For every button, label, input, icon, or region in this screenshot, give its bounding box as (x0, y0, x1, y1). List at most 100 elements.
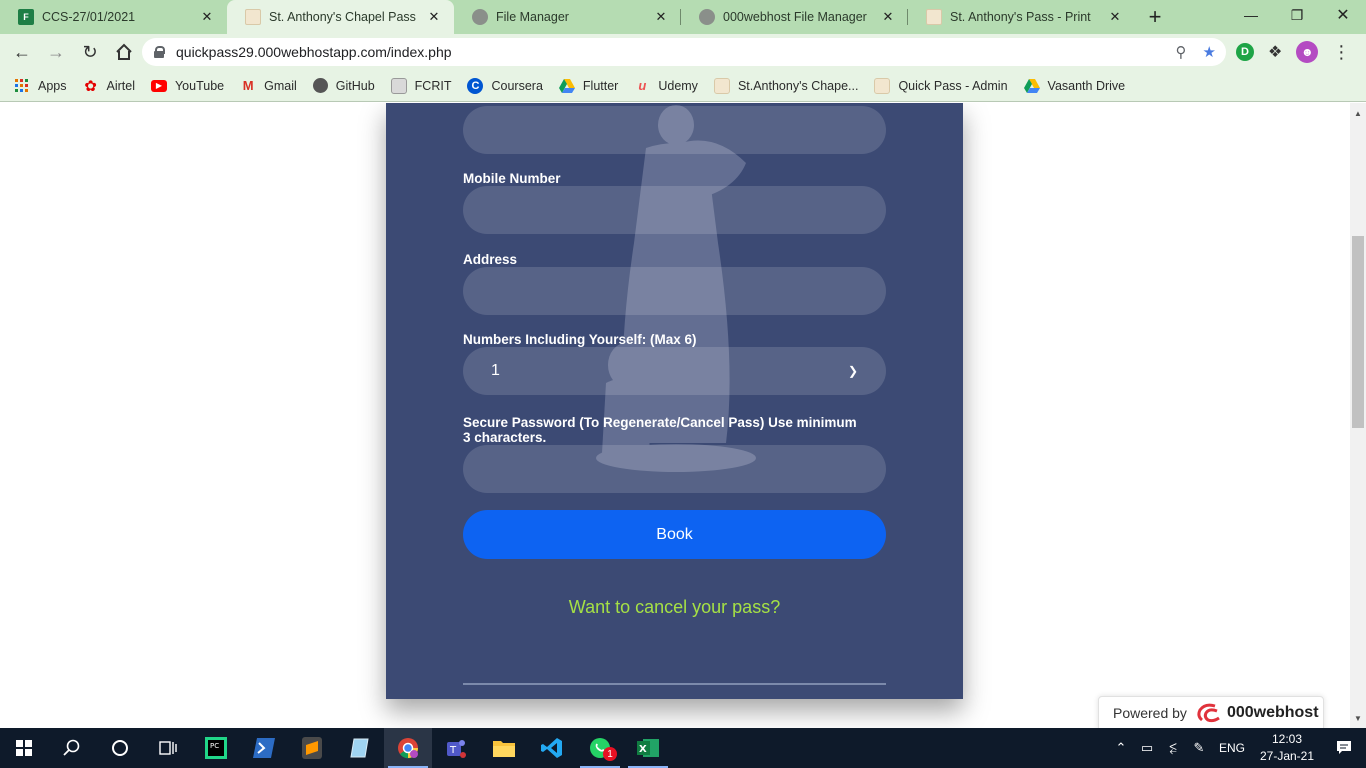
tab-ccs[interactable]: F CCS-27/01/2021 ✕ (0, 0, 227, 34)
bookmark-udemy[interactable]: u Udemy (634, 78, 698, 94)
restore-button[interactable]: ❐ (1274, 0, 1320, 30)
close-icon[interactable]: ✕ (653, 9, 669, 25)
chapel-icon (874, 77, 891, 94)
book-button[interactable]: Book (463, 510, 886, 559)
show-hidden-icons-chevron-up-icon[interactable]: ⌃ (1108, 740, 1134, 756)
address-bar[interactable]: quickpass29.000webhostapp.com/index.php … (142, 38, 1226, 66)
tab-pass-print[interactable]: St. Anthony's Pass - Print ✕ (908, 0, 1135, 34)
bookmark-label: Coursera (491, 78, 543, 93)
chapel-icon (713, 77, 730, 94)
language-indicator[interactable]: ENG (1212, 741, 1252, 755)
browser-toolbar: ← → ↻ quickpass29.000webhostapp.com/inde… (0, 34, 1366, 70)
extensions-puzzle-icon[interactable]: ❖ (1268, 42, 1282, 62)
tab-file-manager[interactable]: File Manager ✕ (454, 0, 681, 34)
teams-taskbar-app[interactable]: T (432, 728, 480, 768)
close-window-button[interactable]: ✕ (1320, 0, 1366, 30)
menu-kebab-icon[interactable]: ⋮ (1332, 42, 1350, 63)
close-icon[interactable]: ✕ (426, 9, 442, 25)
globe-icon (699, 9, 715, 25)
chrome-taskbar-app[interactable] (384, 728, 432, 768)
search-button[interactable] (48, 728, 96, 768)
scroll-down-arrow-icon[interactable]: ▼ (1350, 710, 1366, 726)
svg-text:PC: PC (210, 742, 219, 750)
scroll-up-arrow-icon[interactable]: ▲ (1350, 105, 1366, 121)
close-icon[interactable]: ✕ (880, 9, 896, 25)
whatsapp-taskbar-app[interactable]: 1 (576, 728, 624, 768)
back-button[interactable]: ← (6, 36, 38, 68)
gmail-icon: M (242, 78, 254, 93)
wifi-icon[interactable]: ⥶ (1160, 740, 1186, 756)
notification-center-button[interactable] (1322, 728, 1366, 768)
powershell-taskbar-app[interactable] (240, 728, 288, 768)
name-field[interactable] (463, 106, 886, 154)
bookmark-apps[interactable]: Apps (14, 78, 67, 94)
cancel-pass-link[interactable]: Want to cancel your pass? (386, 597, 963, 618)
sublime-text-icon (302, 737, 322, 759)
notepad-taskbar-app[interactable] (336, 728, 384, 768)
secure-password-field[interactable] (463, 445, 886, 493)
tab-chapel-pass[interactable]: St. Anthony's Chapel Pass ✕ (227, 0, 454, 34)
home-button[interactable] (108, 36, 140, 68)
bookmark-coursera[interactable]: C Coursera (467, 77, 543, 94)
forward-button[interactable]: → (40, 36, 72, 68)
address-field[interactable] (463, 267, 886, 315)
task-view-button[interactable] (144, 728, 192, 768)
bookmark-gmail[interactable]: M Gmail (240, 78, 297, 94)
bookmark-flutter[interactable]: Flutter (558, 78, 619, 94)
airtel-icon: ✿ (84, 77, 97, 95)
zoom-icon[interactable]: ⚲ (1176, 43, 1187, 61)
search-icon (63, 739, 80, 756)
cortana-button[interactable] (96, 728, 144, 768)
excel-taskbar-app[interactable]: X (624, 728, 672, 768)
powered-by-badge[interactable]: Powered by 000webhost (1098, 696, 1324, 728)
page-scrollbar[interactable]: ▲ ▼ (1350, 103, 1366, 728)
powershell-icon (253, 738, 275, 758)
close-icon[interactable]: ✕ (199, 9, 215, 25)
url-text: quickpass29.000webhostapp.com/index.php (176, 44, 452, 60)
reload-button[interactable]: ↻ (74, 36, 106, 68)
numbers-selected-value: 1 (491, 362, 500, 379)
bookmark-airtel[interactable]: ✿ Airtel (83, 77, 135, 95)
tab-title: 000webhost File Manager (723, 10, 867, 24)
bookmark-star-icon[interactable]: ★ (1203, 43, 1216, 61)
task-view-icon (159, 741, 177, 755)
numbers-select[interactable]: 1 ❯ (463, 347, 886, 395)
bookmark-vasanth-drive[interactable]: Vasanth Drive (1023, 78, 1125, 94)
bookmark-label: Airtel (106, 78, 135, 93)
file-explorer-taskbar-app[interactable] (480, 728, 528, 768)
clock[interactable]: 12:03 27-Jan-21 (1252, 731, 1322, 765)
minimize-button[interactable]: — (1228, 0, 1274, 30)
extension-d-icon[interactable]: D (1236, 43, 1254, 61)
bookmark-chapel[interactable]: St.Anthony's Chape... (713, 77, 859, 94)
close-icon[interactable]: ✕ (1107, 9, 1123, 25)
start-button[interactable] (0, 728, 48, 768)
pen-icon[interactable]: ✎ (1186, 740, 1212, 756)
bookmark-github[interactable]: GitHub (312, 78, 375, 93)
home-icon (116, 43, 132, 60)
battery-icon[interactable]: ▭ (1134, 740, 1160, 756)
youtube-icon: ▶ (150, 79, 167, 92)
sublime-text-taskbar-app[interactable] (288, 728, 336, 768)
new-tab-button[interactable]: + (1137, 0, 1173, 34)
vscode-taskbar-app[interactable] (528, 728, 576, 768)
bookmark-label: YouTube (174, 78, 225, 93)
apps-grid-icon (14, 78, 30, 94)
svg-text:X: X (639, 744, 647, 755)
profile-avatar[interactable]: ☻ (1296, 41, 1319, 63)
bookmark-label: Flutter (582, 78, 619, 93)
bookmark-quickpass-admin[interactable]: Quick Pass - Admin (874, 77, 1008, 94)
pycharm-icon: PC (205, 737, 227, 759)
bookmark-fcrit[interactable]: FCRIT (390, 77, 451, 94)
pycharm-taskbar-app[interactable]: PC (192, 728, 240, 768)
coursera-icon: C (467, 77, 484, 94)
globe-icon (472, 9, 488, 25)
mobile-number-field[interactable] (463, 186, 886, 234)
bookmark-label: St.Anthony's Chape... (737, 78, 859, 93)
notification-icon (1337, 741, 1351, 754)
tab-title: St. Anthony's Chapel Pass (269, 10, 416, 24)
windows-logo-icon (16, 740, 32, 756)
bookmark-youtube[interactable]: ▶ YouTube (150, 78, 225, 93)
scrollbar-thumb[interactable] (1352, 236, 1364, 428)
system-tray: ⌃ ▭ ⥶ ✎ ENG 12:03 27-Jan-21 (1108, 728, 1366, 768)
tab-webhost-file-manager[interactable]: 000webhost File Manager ✕ (681, 0, 908, 34)
